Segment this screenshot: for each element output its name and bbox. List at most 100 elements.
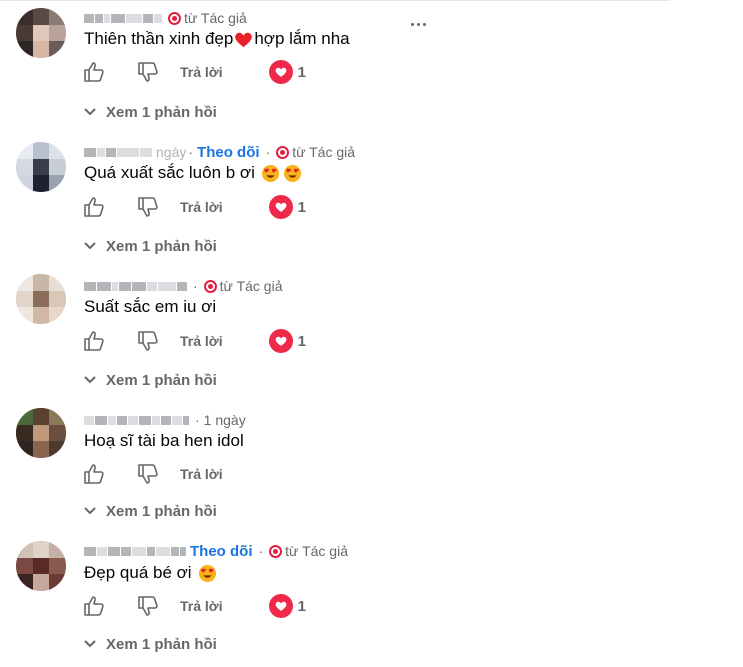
heart-reaction-icon <box>268 329 293 353</box>
badge-icon <box>276 145 290 159</box>
view-replies-button[interactable]: Xem 1 phản hồi <box>84 369 217 391</box>
reaction-summary[interactable]: 1 <box>268 594 306 618</box>
view-replies-button[interactable]: Xem 1 phản hồi <box>84 235 217 257</box>
comment-actions: Trả lời 1 <box>82 594 306 618</box>
author-badge: từ Tác giả <box>166 10 247 26</box>
follow-button[interactable]: Theo dõi <box>197 144 260 161</box>
reaction-count: 1 <box>297 332 306 350</box>
view-replies-label: Xem 1 phản hồi <box>106 237 217 255</box>
heart-eyes-emoji-icon <box>198 564 216 582</box>
thumbs-down-icon[interactable] <box>136 594 160 618</box>
dot-separator: · <box>195 412 200 428</box>
thumbs-up-icon[interactable] <box>82 60 106 84</box>
comment-text-main: Quá xuất sắc luôn b ơi <box>84 163 255 182</box>
reply-button[interactable]: Trả lời <box>180 64 223 80</box>
view-replies-button[interactable]: Xem 1 phản hồi <box>84 101 217 123</box>
dot-separator: · <box>265 144 271 160</box>
comment-meta: · từ Tác giả <box>84 276 282 296</box>
avatar[interactable] <box>16 8 66 58</box>
author-badge: từ Tác giả <box>274 144 355 160</box>
reply-button[interactable]: Trả lời <box>180 333 223 349</box>
comment-item: Theo dõi · từ Tác giả Đẹp quá bé ơi Trả … <box>0 533 743 667</box>
comment-text: Thiên thần xinh đẹp hợp lắm nha <box>84 29 350 49</box>
more-horizontal-icon[interactable] <box>411 18 431 30</box>
badge-icon <box>269 544 283 558</box>
author-badge: từ Tác giả <box>202 278 283 294</box>
badge-icon <box>203 279 217 293</box>
badge-label: từ Tác giả <box>285 543 348 559</box>
badge-icon <box>168 11 181 25</box>
heart-eyes-emoji-icon <box>261 164 279 182</box>
reaction-count: 1 <box>297 63 306 81</box>
comment-text: Đẹp quá bé ơi <box>84 563 217 583</box>
heart-reaction-icon <box>268 60 293 84</box>
thumbs-down-icon[interactable] <box>136 60 160 84</box>
thumbs-up-icon[interactable] <box>82 329 106 353</box>
avatar[interactable] <box>16 408 66 458</box>
reply-button[interactable]: Trả lời <box>180 466 223 482</box>
reply-button[interactable]: Trả lời <box>180 199 223 215</box>
view-replies-button[interactable]: Xem 1 phản hồi <box>84 500 217 522</box>
comment-meta: ngày · Theo dõi · từ Tác giả <box>84 142 355 162</box>
heart-reaction-icon <box>268 195 293 219</box>
author-badge: từ Tác giả <box>267 543 348 559</box>
comment-actions: Trả lời 1 <box>82 195 306 219</box>
comment-text-main: Đẹp quá bé ơi <box>84 563 192 582</box>
comment-actions: Trả lời 1 <box>82 60 306 84</box>
comment-time[interactable]: ngày <box>156 144 186 160</box>
redacted-author-name[interactable] <box>84 281 187 291</box>
comment-text-main: Hoạ sĩ tài ba hen idol <box>84 431 244 450</box>
comment-meta: từ Tác giả <box>84 8 247 28</box>
reaction-count: 1 <box>297 198 306 216</box>
comment-item: từ Tác giả Thiên thần xinh đẹp hợp lắm n… <box>0 0 743 134</box>
view-replies-label: Xem 1 phản hồi <box>106 103 217 121</box>
redacted-author-name[interactable] <box>84 415 189 425</box>
comment-text: Hoạ sĩ tài ba hen idol <box>84 431 244 451</box>
chevron-down-icon <box>84 507 96 515</box>
badge-label: từ Tác giả <box>292 144 356 160</box>
comment-text-main: Thiên thần xinh đẹp <box>84 29 234 48</box>
dot-separator: · <box>258 543 264 559</box>
follow-button[interactable]: Theo dõi <box>190 543 253 560</box>
avatar[interactable] <box>16 142 66 192</box>
comment-item: ngày · Theo dõi · từ Tác giả Quá xuất sắ… <box>0 134 743 268</box>
comment-text: Quá xuất sắc luôn b ơi <box>84 163 302 183</box>
heart-eyes-emoji-icon <box>283 164 301 182</box>
reaction-summary[interactable]: 1 <box>268 329 306 353</box>
thumbs-down-icon[interactable] <box>136 462 160 486</box>
badge-label: từ Tác giả <box>219 278 283 294</box>
heart-reaction-icon <box>268 594 293 618</box>
thumbs-down-icon[interactable] <box>136 329 160 353</box>
comment-item: · 1 ngày Hoạ sĩ tài ba hen idol Trả lời … <box>0 402 743 536</box>
view-replies-button[interactable]: Xem 1 phản hồi <box>84 633 217 655</box>
red-heart-icon <box>235 32 253 47</box>
reply-button[interactable]: Trả lời <box>180 598 223 614</box>
reaction-summary[interactable]: 1 <box>268 60 306 84</box>
comment-meta: Theo dõi · từ Tác giả <box>84 541 348 561</box>
thumbs-up-icon[interactable] <box>82 195 106 219</box>
redacted-author-name[interactable] <box>84 13 162 23</box>
chevron-down-icon <box>84 242 96 250</box>
badge-label: từ Tác giả <box>184 10 247 26</box>
avatar[interactable] <box>16 274 66 324</box>
comment-actions: Trả lời <box>82 462 223 486</box>
comment-text-after: hợp lắm nha <box>254 29 350 48</box>
chevron-down-icon <box>84 640 96 648</box>
dot-separator: · <box>193 278 198 294</box>
redacted-author-name[interactable] <box>84 546 186 556</box>
comment-item: · từ Tác giả Suất sắc em iu ơi Trả lời 1… <box>0 268 743 402</box>
view-replies-label: Xem 1 phản hồi <box>106 371 217 389</box>
thumbs-down-icon[interactable] <box>136 195 160 219</box>
view-replies-label: Xem 1 phản hồi <box>106 502 217 520</box>
thumbs-up-icon[interactable] <box>82 594 106 618</box>
comment-text: Suất sắc em iu ơi <box>84 297 216 317</box>
chevron-down-icon <box>84 376 96 384</box>
reaction-summary[interactable]: 1 <box>268 195 306 219</box>
dot-separator: · <box>188 144 194 160</box>
comment-time[interactable]: 1 ngày <box>204 412 246 428</box>
avatar[interactable] <box>16 541 66 591</box>
comment-text-main: Suất sắc em iu ơi <box>84 297 217 316</box>
reaction-count: 1 <box>297 597 306 615</box>
redacted-author-name[interactable] <box>84 147 152 157</box>
thumbs-up-icon[interactable] <box>82 462 106 486</box>
